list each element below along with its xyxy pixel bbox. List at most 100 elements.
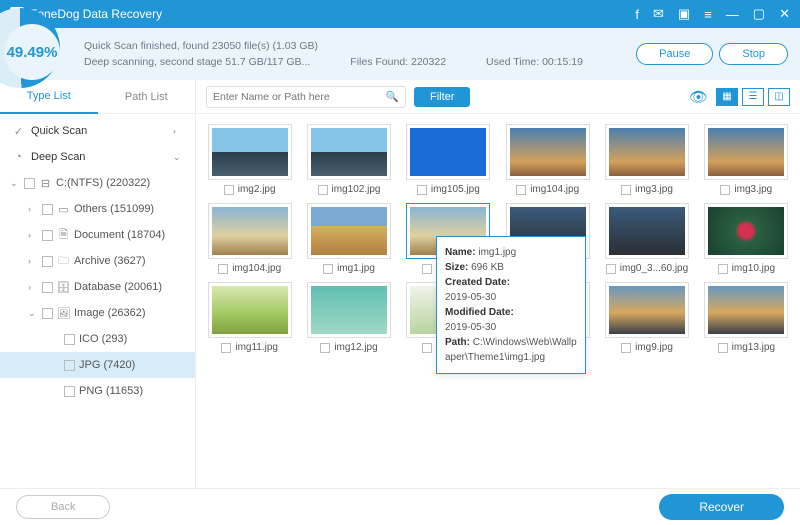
thumbnail[interactable]	[704, 203, 788, 259]
checkbox[interactable]	[224, 185, 234, 195]
checkbox[interactable]	[320, 343, 330, 353]
thumbnail-card[interactable]: img9.jpg	[599, 282, 694, 353]
thumbnail-label: img105.jpg	[417, 184, 480, 195]
thumbnail[interactable]	[605, 282, 689, 338]
tree-archive[interactable]: ›🗀Archive (3627)	[0, 248, 195, 274]
chevron-right-icon: ›	[28, 282, 38, 292]
preview-icon[interactable]: 👁	[689, 88, 708, 106]
tree-jpg[interactable]: JPG (7420)	[0, 352, 195, 378]
checkbox[interactable]	[417, 185, 427, 195]
checkbox[interactable]	[64, 334, 75, 345]
thumbnail[interactable]	[307, 203, 391, 259]
register-icon[interactable]: ▣	[678, 6, 690, 22]
maximize-icon[interactable]: ▢	[753, 6, 765, 22]
tree-document[interactable]: ›🗎Document (18704)	[0, 222, 195, 248]
tree-database[interactable]: ›🗄Database (20061)	[0, 274, 195, 300]
files-found: Files Found: 220322	[350, 56, 446, 68]
checkbox[interactable]	[720, 185, 730, 195]
tree-drive[interactable]: ⌄⊟C:(NTFS) (220322)	[0, 170, 195, 196]
close-icon[interactable]: ✕	[779, 6, 790, 22]
thumbnail[interactable]	[406, 124, 490, 180]
thumbnail[interactable]	[704, 124, 788, 180]
thumbnail[interactable]	[605, 203, 689, 259]
checkbox[interactable]	[323, 264, 333, 274]
recover-button[interactable]: Recover	[659, 494, 784, 520]
checkbox[interactable]	[422, 343, 432, 353]
checkbox[interactable]	[42, 256, 53, 267]
thumbnail-card[interactable]: img10.jpg	[699, 203, 794, 274]
tab-path-list[interactable]: Path List	[98, 80, 196, 114]
thumbnail-card[interactable]: img102.jpg	[301, 124, 396, 195]
view-list-button[interactable]: ☰	[742, 88, 764, 106]
file-name: img2.jpg	[238, 184, 276, 195]
tree-png[interactable]: PNG (11653)	[0, 378, 195, 404]
thumbnail-card[interactable]: img12.jpg	[301, 282, 396, 353]
thumbnail[interactable]	[307, 124, 391, 180]
thumbnail-card[interactable]: img1.jpg	[301, 203, 396, 274]
thumbnail[interactable]	[208, 203, 292, 259]
file-name: img12.jpg	[334, 342, 377, 353]
thumbnail-card[interactable]: img13.jpg	[699, 282, 794, 353]
tree-image[interactable]: ⌄🖼Image (26362)	[0, 300, 195, 326]
checkbox[interactable]	[64, 386, 75, 397]
thumbnail-card[interactable]: img104.jpg	[500, 124, 595, 195]
thumbnail-card[interactable]: img2.jpg	[202, 124, 297, 195]
view-grid-button[interactable]: ▦	[716, 88, 738, 106]
checkbox[interactable]	[606, 264, 616, 274]
search-icon[interactable]: 🔍	[386, 90, 399, 103]
checkbox[interactable]	[718, 343, 728, 353]
thumbnail-label: img13.jpg	[718, 342, 775, 353]
tree-deep-scan[interactable]: ◔Deep Scan ⌄	[0, 144, 195, 170]
thumbnail[interactable]	[307, 282, 391, 338]
checkbox[interactable]	[64, 360, 75, 371]
pause-button[interactable]: Pause	[636, 43, 713, 65]
back-button[interactable]: Back	[16, 495, 110, 519]
thumbnail[interactable]	[208, 282, 292, 338]
checkbox[interactable]	[422, 264, 432, 274]
checkbox[interactable]	[42, 204, 53, 215]
checkbox[interactable]	[42, 308, 53, 319]
thumbnail[interactable]	[605, 124, 689, 180]
thumbnail-card[interactable]: img105.jpg	[401, 124, 496, 195]
checkbox[interactable]	[24, 178, 35, 189]
checkbox[interactable]	[718, 264, 728, 274]
checkbox[interactable]	[42, 230, 53, 241]
search-input[interactable]: 🔍	[206, 86, 406, 108]
status-texts: Quick Scan finished, found 23050 file(s)…	[70, 40, 630, 68]
checkbox[interactable]	[42, 282, 53, 293]
thumbnail[interactable]	[704, 282, 788, 338]
tree-others[interactable]: ›▭Others (151099)	[0, 196, 195, 222]
stop-button[interactable]: Stop	[719, 43, 788, 65]
titlebar: FoneDog Data Recovery f ✉ ▣ ≡ — ▢ ✕	[0, 0, 800, 28]
file-name: img9.jpg	[635, 342, 673, 353]
checkbox[interactable]	[318, 185, 328, 195]
menu-icon[interactable]: ≡	[704, 7, 712, 22]
checkbox[interactable]	[516, 185, 526, 195]
checkbox[interactable]	[621, 343, 631, 353]
checkbox[interactable]	[621, 185, 631, 195]
minimize-icon[interactable]: —	[726, 7, 739, 22]
tree-ico[interactable]: ICO (293)	[0, 326, 195, 352]
thumbnail[interactable]	[506, 124, 590, 180]
thumbnail-label: img102.jpg	[318, 184, 381, 195]
thumbnail-card[interactable]: img3.jpg	[599, 124, 694, 195]
status-bar: 49.49% Quick Scan finished, found 23050 …	[0, 28, 800, 80]
thumbnail-card[interactable]: img3.jpg	[699, 124, 794, 195]
facebook-icon[interactable]: f	[635, 7, 639, 22]
chevron-right-icon: ›	[28, 204, 38, 214]
tree-quick-scan[interactable]: ✓Quick Scan ›	[0, 118, 195, 144]
thumbnail[interactable]	[208, 124, 292, 180]
file-name: img102.jpg	[332, 184, 381, 195]
checkbox[interactable]	[221, 343, 231, 353]
thumbnail-label: img1.jpg	[323, 263, 375, 274]
feedback-icon[interactable]: ✉	[653, 6, 664, 22]
filter-button[interactable]: Filter	[414, 87, 470, 107]
search-field[interactable]	[213, 91, 386, 103]
thumbnail-card[interactable]: img0_3...60.jpg	[599, 203, 694, 274]
app-title: FoneDog Data Recovery	[30, 7, 635, 21]
thumbnail-card[interactable]: img104.jpg	[202, 203, 297, 274]
view-detail-button[interactable]: ◫	[768, 88, 790, 106]
checkbox[interactable]	[218, 264, 228, 274]
thumbnail-card[interactable]: img11.jpg	[202, 282, 297, 353]
drive-icon: ⊟	[39, 177, 52, 190]
